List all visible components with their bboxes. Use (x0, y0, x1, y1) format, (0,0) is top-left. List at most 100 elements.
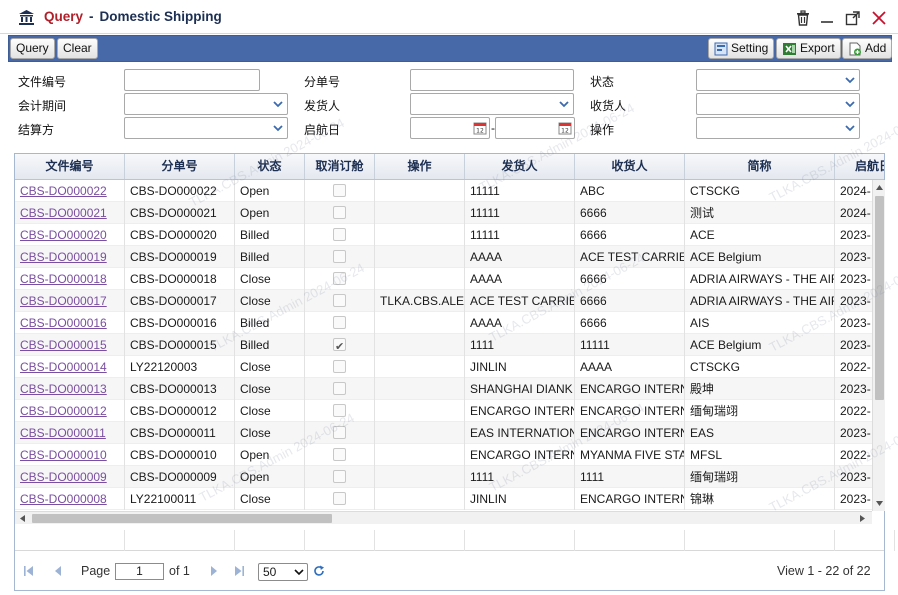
cancel-checkbox[interactable] (333, 206, 346, 219)
query-button[interactable]: Query (10, 38, 55, 59)
add-button[interactable]: Add (842, 38, 893, 59)
cell-status: Close (235, 356, 305, 378)
cancel-checkbox[interactable] (333, 336, 346, 356)
table-row[interactable]: CBS-DO000008 LY22100011 Close JINLIN ENCARGO… (15, 488, 872, 510)
vertical-scrollbar[interactable] (872, 180, 885, 511)
cancel-checkbox[interactable] (333, 382, 346, 395)
header-col-consignee[interactable]: 收货人 (575, 154, 685, 179)
cancel-checkbox[interactable] (333, 470, 346, 483)
bank-icon (19, 10, 34, 25)
header-col-short-name[interactable]: 简称 (685, 154, 835, 179)
doc-no-link[interactable]: CBS-DO000021 (15, 202, 125, 224)
cell-sail-date: 2023- (835, 488, 872, 510)
table-row[interactable]: CBS-DO000013 CBS-DO000013 Close SHANGHAI DI… (15, 378, 872, 400)
header-col-operation[interactable]: 操作 (375, 154, 465, 179)
cell-consignee: ABC (575, 180, 685, 202)
header-col-sail-date[interactable]: 启航日 (835, 154, 884, 179)
doc-no-link[interactable]: CBS-DO000022 (15, 180, 125, 202)
cell-consignee: 6666 (575, 312, 685, 334)
sail-date-from[interactable]: 12 (410, 117, 490, 139)
cancel-checkbox[interactable] (333, 360, 346, 373)
cancel-checkbox[interactable] (333, 272, 346, 285)
export-button[interactable]: Export (776, 38, 841, 59)
vertical-scroll-thumb[interactable] (875, 196, 884, 400)
consignee-select[interactable] (696, 93, 860, 115)
horizontal-scroll-thumb[interactable] (32, 514, 332, 523)
cancel-checkbox[interactable] (333, 316, 346, 329)
table-row[interactable]: CBS-DO000015CBS-DO000015Billed111111111A… (15, 334, 872, 356)
page-size-select[interactable]: 50 (258, 563, 308, 581)
table-row[interactable]: CBS-DO000021 CBS-DO000021 Open 11111 6666 测试 2… (15, 202, 872, 224)
header-col-status[interactable]: 状态 (235, 154, 305, 179)
next-page-icon[interactable] (208, 565, 220, 577)
prev-page-icon[interactable] (52, 565, 64, 577)
sub-no-input[interactable] (410, 69, 574, 91)
trash-icon[interactable] (795, 10, 811, 26)
cell-sail-date: 2024- (835, 202, 872, 224)
doc-no-link[interactable]: CBS-DO000016 (15, 312, 125, 334)
header-col-sub-no[interactable]: 分单号 (125, 154, 235, 179)
header-col-cancel[interactable]: 取消订舱 (305, 154, 375, 179)
doc-no-link[interactable]: CBS-DO000009 (15, 466, 125, 488)
settle-select[interactable] (124, 117, 288, 139)
cell-consignee: ENCARGO INTERN (575, 488, 685, 510)
calendar-icon: 12 (558, 122, 572, 135)
clear-button[interactable]: Clear (57, 38, 98, 59)
shipper-select[interactable] (410, 93, 574, 115)
operation-select[interactable] (696, 117, 860, 139)
table-row[interactable]: CBS-DO000019 CBS-DO000019 Billed AAAA ACE TE… (15, 246, 872, 268)
sail-date-to[interactable]: 12 (495, 117, 575, 139)
cell-sub-no: LY22120003 (125, 356, 235, 378)
cancel-checkbox[interactable] (333, 492, 346, 505)
maximize-icon[interactable] (845, 10, 861, 26)
add-document-icon (849, 42, 861, 55)
last-page-icon[interactable] (233, 565, 245, 577)
first-page-icon[interactable] (23, 565, 35, 577)
table-row[interactable]: CBS-DO000011 CBS-DO000011 Close EAS INTERNA… (15, 422, 872, 444)
header-col-doc-no[interactable]: 文件编号 (15, 154, 125, 179)
doc-no-link[interactable]: CBS-DO000020 (15, 224, 125, 246)
cancel-checkbox[interactable] (333, 404, 346, 417)
table-row[interactable]: CBS-DO000016 CBS-DO000016 Billed AAAA 6666 AI… (15, 312, 872, 334)
doc-no-link[interactable]: CBS-DO000019 (15, 246, 125, 268)
setting-button[interactable]: Setting (708, 38, 775, 59)
doc-no-link[interactable]: CBS-DO000018 (15, 268, 125, 290)
doc-no-input[interactable] (124, 69, 260, 91)
doc-no-link[interactable]: CBS-DO000012 (15, 400, 125, 422)
scroll-up-icon[interactable] (875, 184, 884, 192)
horizontal-scrollbar[interactable] (15, 511, 872, 524)
cancel-checkbox[interactable] (333, 250, 346, 263)
close-icon[interactable] (871, 10, 887, 26)
table-row[interactable]: CBS-DO000012 CBS-DO000012 Close ENCARGO INT… (15, 400, 872, 422)
table-row[interactable]: CBS-DO000020 CBS-DO000020 Billed 11111 6666 A… (15, 224, 872, 246)
doc-no-link[interactable]: CBS-DO000015 (15, 334, 125, 356)
table-row[interactable]: CBS-DO000018 CBS-DO000018 Close AAAA 6666 ADR… (15, 268, 872, 290)
header-col-shipper[interactable]: 发货人 (465, 154, 575, 179)
doc-no-link[interactable]: CBS-DO000014 (15, 356, 125, 378)
cancel-checkbox[interactable] (333, 426, 346, 439)
refresh-icon[interactable] (313, 565, 325, 577)
status-select[interactable] (696, 69, 860, 91)
table-row[interactable]: CBS-DO000009 CBS-DO000009 Open 1111 1111 缅甸瑞翊… (15, 466, 872, 488)
doc-no-link[interactable]: CBS-DO000013 (15, 378, 125, 400)
cancel-checkbox[interactable] (333, 228, 346, 241)
minimize-icon[interactable] (819, 10, 835, 26)
doc-no-link[interactable]: CBS-DO000008 (15, 488, 125, 510)
scroll-down-icon[interactable] (875, 499, 884, 507)
cell-consignee: 6666 (575, 202, 685, 224)
doc-no-link[interactable]: CBS-DO000017 (15, 290, 125, 312)
scroll-left-icon[interactable] (19, 514, 27, 523)
table-row[interactable]: CBS-DO000010 CBS-DO000010 Open ENCARGO INTE… (15, 444, 872, 466)
scroll-right-icon[interactable] (858, 514, 866, 523)
page-number-input[interactable]: 1 (115, 563, 164, 580)
table-row[interactable]: CBS-DO000014 LY22120003 Close JINLIN AAAA CTS… (15, 356, 872, 378)
table-row[interactable]: CBS-DO000022 CBS-DO000022 Open 11111 ABC CTSC… (15, 180, 872, 202)
doc-no-link[interactable]: CBS-DO000010 (15, 444, 125, 466)
cancel-checkbox[interactable] (333, 184, 346, 197)
cancel-checkbox[interactable] (333, 448, 346, 461)
cancel-checkbox[interactable] (333, 294, 346, 307)
cell-consignee: ENCARGO INTERN (575, 378, 685, 400)
table-row[interactable]: CBS-DO000017 CBS-DO000017 Close TLKA.CBS.AL… (15, 290, 872, 312)
period-select[interactable] (124, 93, 288, 115)
doc-no-link[interactable]: CBS-DO000011 (15, 422, 125, 444)
